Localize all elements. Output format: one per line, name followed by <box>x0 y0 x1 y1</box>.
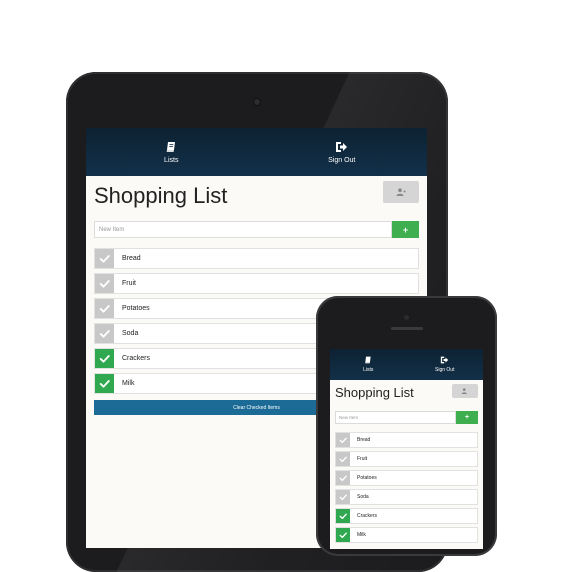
nav-signout[interactable]: Sign Out <box>407 349 484 380</box>
checkmark-icon <box>339 437 347 443</box>
checkbox[interactable] <box>95 374 114 393</box>
share-button[interactable] <box>383 181 419 203</box>
checkbox[interactable] <box>336 452 350 466</box>
list-item[interactable]: Crackers <box>335 508 478 524</box>
list-item[interactable]: Soda <box>335 489 478 505</box>
phone-screen: Lists Sign Out Shopping List New Item + … <box>330 349 483 549</box>
new-item-input[interactable]: New Item <box>94 221 392 238</box>
checkmark-icon <box>99 279 110 288</box>
nav-signout-label: Sign Out <box>328 156 356 164</box>
share-button[interactable] <box>452 384 478 398</box>
item-label: Milk <box>357 532 366 538</box>
checkmark-icon <box>339 494 347 500</box>
checkbox[interactable] <box>336 528 350 542</box>
item-label: Bread <box>357 437 371 443</box>
page-title: Shopping List <box>335 385 414 400</box>
checkmark-icon <box>339 532 347 538</box>
item-label: Potatoes <box>122 305 150 312</box>
nav-signout-label: Sign Out <box>435 367 455 373</box>
book-icon <box>166 141 176 152</box>
checkbox[interactable] <box>95 349 114 368</box>
nav-lists-label: Lists <box>363 367 374 373</box>
top-navbar: Lists Sign Out <box>86 128 427 176</box>
nav-lists[interactable]: Lists <box>86 128 257 176</box>
list-item[interactable]: Milk <box>335 527 478 543</box>
checkbox[interactable] <box>95 299 114 318</box>
phone-device: Lists Sign Out Shopping List New Item + … <box>316 296 497 556</box>
checkbox[interactable] <box>95 324 114 343</box>
item-label: Potatoes <box>357 475 377 481</box>
item-label: Crackers <box>122 355 151 362</box>
checkmark-icon <box>99 304 110 313</box>
item-label: Soda <box>357 494 369 500</box>
list-item[interactable]: Fruit <box>94 273 419 294</box>
checkbox[interactable] <box>336 490 350 504</box>
user-share-icon <box>396 188 406 196</box>
new-item-row: New Item + <box>94 221 419 238</box>
list-item[interactable]: Fruit <box>335 451 478 467</box>
list-item[interactable]: Bread <box>335 432 478 448</box>
item-label: Fruit <box>357 456 367 462</box>
book-icon <box>365 356 371 364</box>
title-row: Shopping List <box>86 176 427 211</box>
item-label: Fruit <box>122 280 136 287</box>
item-label: Soda <box>122 330 139 337</box>
new-item-input[interactable]: New Item <box>335 411 456 424</box>
checkbox[interactable] <box>336 433 350 447</box>
checkbox[interactable] <box>95 274 114 293</box>
add-item-button[interactable]: + <box>456 411 478 424</box>
phone-camera <box>404 315 409 320</box>
checkmark-icon <box>339 475 347 481</box>
nav-lists[interactable]: Lists <box>330 349 407 380</box>
phone-speaker <box>391 327 423 330</box>
nav-signout[interactable]: Sign Out <box>257 128 428 176</box>
checkmark-icon <box>339 513 347 519</box>
checkbox[interactable] <box>95 249 114 268</box>
list-item[interactable]: Bread <box>94 248 419 269</box>
item-label: Milk <box>122 380 135 387</box>
new-item-row: New Item + <box>335 411 478 424</box>
sign-out-icon <box>336 141 348 152</box>
sign-out-icon <box>441 356 449 364</box>
item-label: Bread <box>122 255 141 262</box>
checkmark-icon <box>99 379 110 388</box>
user-share-icon <box>461 388 467 394</box>
checkmark-icon <box>99 354 110 363</box>
top-navbar: Lists Sign Out <box>330 349 483 380</box>
add-item-button[interactable]: + <box>392 221 419 238</box>
checkmark-icon <box>339 456 347 462</box>
tablet-camera <box>254 99 260 105</box>
checkmark-icon <box>99 254 110 263</box>
nav-lists-label: Lists <box>164 156 179 164</box>
list-item[interactable]: Potatoes <box>335 470 478 486</box>
checkbox[interactable] <box>336 471 350 485</box>
item-list: Bread Fruit Potatoes Soda Crackers Milk <box>335 432 478 543</box>
title-row: Shopping List <box>330 380 483 404</box>
page-title: Shopping List <box>94 183 228 208</box>
checkbox[interactable] <box>336 509 350 523</box>
checkmark-icon <box>99 329 110 338</box>
item-label: Crackers <box>357 513 378 519</box>
